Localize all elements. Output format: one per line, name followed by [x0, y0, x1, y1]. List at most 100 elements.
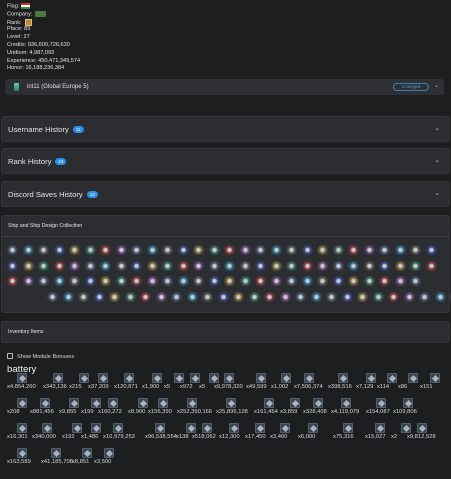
ship-thumbnail[interactable]: [162, 276, 173, 286]
username-history-panel[interactable]: Username History 11 ⌄: [1, 116, 450, 142]
ship-thumbnail[interactable]: [233, 291, 244, 302]
ship-thumbnail[interactable]: [7, 276, 18, 286]
ship-thumbnail[interactable]: [255, 260, 266, 271]
ship-thumbnail[interactable]: [239, 276, 251, 286]
ship-thumbnail[interactable]: [131, 245, 142, 255]
item-icon[interactable]: [15, 420, 31, 434]
ship-thumbnail[interactable]: [286, 245, 297, 255]
server-selector[interactable]: int11 (Global Europe 5) 1 merged ⌄: [5, 79, 444, 95]
item-icon[interactable]: [207, 370, 223, 384]
ship-thumbnail[interactable]: [109, 291, 120, 302]
item-icon[interactable]: [227, 420, 243, 434]
ship-thumbnail[interactable]: [279, 291, 291, 302]
item-icon[interactable]: [374, 395, 390, 409]
item-icon[interactable]: [302, 370, 318, 384]
item-icon[interactable]: [172, 370, 188, 384]
ship-thumbnail[interactable]: [124, 291, 136, 302]
ship-thumbnail[interactable]: [363, 276, 375, 286]
ship-thumbnail[interactable]: [93, 291, 105, 302]
item-icon[interactable]: [336, 370, 352, 384]
ship-thumbnail[interactable]: [146, 245, 158, 255]
item-icon[interactable]: [401, 395, 417, 409]
ship-thumbnail[interactable]: [394, 260, 406, 271]
ship-thumbnail[interactable]: [146, 260, 158, 271]
ship-thumbnail[interactable]: [270, 276, 282, 286]
ship-thumbnail[interactable]: [301, 276, 313, 286]
item-icon[interactable]: [278, 420, 294, 434]
ship-thumbnail[interactable]: [22, 245, 34, 255]
ship-thumbnail[interactable]: [69, 276, 80, 286]
ship-thumbnail[interactable]: [69, 245, 80, 255]
item-icon[interactable]: [185, 395, 201, 409]
ship-thumbnail[interactable]: [363, 245, 375, 255]
ship-thumbnail[interactable]: [379, 276, 390, 286]
ship-thumbnail[interactable]: [186, 291, 198, 302]
ship-thumbnail[interactable]: [38, 276, 49, 286]
ship-thumbnail[interactable]: [379, 260, 390, 271]
item-icon[interactable]: [279, 370, 295, 384]
item-icon[interactable]: [373, 420, 389, 434]
item-icon[interactable]: [153, 420, 169, 434]
ship-thumbnail[interactable]: [310, 291, 322, 302]
ship-thumbnail[interactable]: [62, 291, 74, 302]
ship-thumbnail[interactable]: [239, 260, 251, 271]
discord-saves-panel[interactable]: Discord Saves History 10 ⌄: [1, 181, 450, 207]
ship-thumbnail[interactable]: [332, 245, 344, 255]
ship-thumbnail[interactable]: [84, 245, 96, 255]
item-icon[interactable]: [38, 395, 54, 409]
ship-thumbnail[interactable]: [131, 260, 142, 271]
ship-thumbnail[interactable]: [162, 260, 173, 271]
ship-thumbnail[interactable]: [208, 260, 220, 271]
item-icon[interactable]: [288, 395, 304, 409]
ship-thumbnail[interactable]: [146, 276, 158, 286]
module-bonuses-toggle[interactable]: Show Module Bonuses: [7, 353, 74, 360]
ship-thumbnail[interactable]: [301, 260, 313, 271]
item-icon[interactable]: [77, 370, 93, 384]
item-icon[interactable]: [102, 445, 118, 459]
item-icon[interactable]: [122, 370, 138, 384]
ship-thumbnail[interactable]: [341, 291, 353, 302]
ship-thumbnail[interactable]: [286, 276, 297, 286]
item-icon[interactable]: [49, 445, 65, 459]
ship-thumbnail[interactable]: [100, 276, 111, 286]
ship-thumbnail[interactable]: [53, 245, 65, 255]
ship-thumbnail[interactable]: [224, 276, 235, 286]
chevron-down-icon[interactable]: ⌄: [435, 124, 440, 132]
ship-thumbnail[interactable]: [425, 245, 437, 255]
ship-thumbnail[interactable]: [53, 276, 65, 286]
item-icon[interactable]: [51, 370, 67, 384]
ship-thumbnail[interactable]: [270, 260, 282, 271]
ship-thumbnail[interactable]: [419, 291, 430, 302]
ship-thumbnail[interactable]: [22, 260, 34, 271]
ship-thumbnail[interactable]: [270, 245, 282, 255]
item-icon[interactable]: [80, 445, 96, 459]
item-icon[interactable]: [67, 395, 83, 409]
item-icon[interactable]: [200, 420, 216, 434]
item-icon[interactable]: [70, 420, 86, 434]
ship-thumbnail[interactable]: [434, 291, 446, 302]
ship-thumbnail[interactable]: [171, 291, 182, 302]
ship-thumbnail[interactable]: [264, 291, 275, 302]
ship-thumbnail[interactable]: [372, 291, 384, 302]
ship-thumbnail[interactable]: [403, 291, 415, 302]
ship-thumbnail[interactable]: [84, 276, 96, 286]
ship-thumbnail[interactable]: [394, 276, 406, 286]
item-icon[interactable]: [106, 395, 122, 409]
ship-thumbnail[interactable]: [38, 245, 49, 255]
item-icon[interactable]: [306, 420, 322, 434]
ship-thumbnail[interactable]: [115, 276, 127, 286]
ship-thumbnail[interactable]: [69, 260, 80, 271]
ship-thumbnail[interactable]: [410, 260, 421, 271]
ship-thumbnail[interactable]: [248, 291, 260, 302]
ship-thumbnail[interactable]: [224, 260, 235, 271]
ship-thumbnail[interactable]: [100, 260, 111, 271]
ship-thumbnail[interactable]: [348, 245, 359, 255]
ship-thumbnail[interactable]: [208, 245, 220, 255]
item-icon[interactable]: [341, 420, 357, 434]
ship-thumbnail[interactable]: [410, 276, 421, 286]
ship-thumbnail[interactable]: [38, 260, 49, 271]
ship-thumbnail[interactable]: [332, 276, 344, 286]
ship-thumbnail[interactable]: [363, 260, 375, 271]
ship-thumbnail[interactable]: [317, 276, 328, 286]
ship-thumbnail[interactable]: [22, 276, 34, 286]
